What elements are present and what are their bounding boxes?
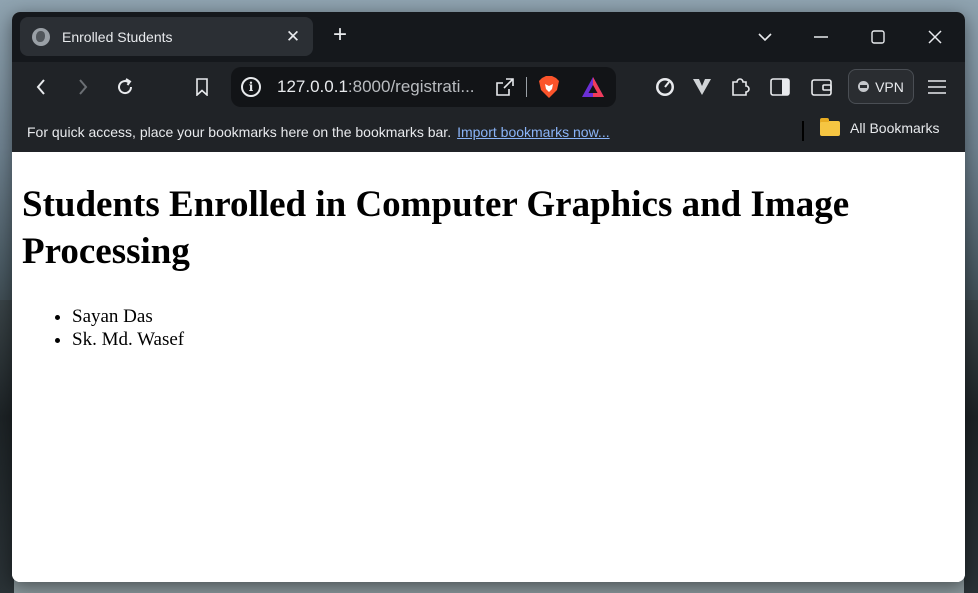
address-bar[interactable]: i 127.0.0.1:8000/registrati... [231, 67, 616, 107]
toolbar: i 127.0.0.1:8000/registrati... VPN [12, 62, 965, 112]
brave-shields-icon[interactable] [538, 75, 560, 104]
reload-button[interactable] [112, 74, 138, 100]
page-title: Students Enrolled in Computer Graphics a… [22, 184, 850, 272]
globe-icon [32, 27, 50, 46]
tab-strip: Enrolled Students ✕ + [12, 12, 965, 62]
share-icon[interactable] [494, 76, 516, 103]
tab-close-icon[interactable]: ✕ [283, 27, 303, 47]
all-bookmarks-button[interactable]: All Bookmarks [820, 117, 940, 136]
brave-rewards-icon[interactable] [581, 76, 605, 103]
tab-search-chevron-icon[interactable] [752, 24, 778, 50]
bookmarks-divider [802, 121, 804, 141]
back-button[interactable] [28, 74, 54, 100]
extensions-puzzle-icon[interactable] [727, 74, 753, 100]
student-list-item: Sk. Md. Wasef [72, 328, 955, 351]
page-content: Students Enrolled in Computer Graphics a… [12, 152, 965, 582]
forward-button[interactable] [70, 74, 96, 100]
all-bookmarks-label: All Bookmarks [850, 120, 940, 136]
new-tab-button[interactable]: + [328, 23, 352, 48]
vpn-label: VPN [875, 78, 904, 95]
bookmark-icon[interactable] [189, 74, 215, 100]
browser-window: Enrolled Students ✕ + i 127.0.0.1:8000/r… [12, 12, 965, 582]
url-path: :8000/registrati... [347, 77, 475, 96]
address-bar-divider [526, 77, 527, 97]
tab-title: Enrolled Students [62, 28, 173, 45]
bookmarks-bar: For quick access, place your bookmarks h… [12, 112, 965, 152]
menu-icon[interactable] [924, 74, 950, 100]
wallet-icon[interactable] [809, 74, 835, 100]
vpn-status-icon [858, 81, 870, 92]
maximize-button[interactable] [865, 24, 891, 50]
speedometer-icon[interactable] [652, 74, 678, 100]
student-list: Sayan DasSk. Md. Wasef [22, 305, 955, 351]
sidebar-icon[interactable] [767, 74, 793, 100]
minimize-button[interactable] [808, 24, 834, 50]
url-host: 127.0.0.1 [277, 77, 348, 96]
folder-icon [820, 117, 840, 136]
bookmarks-hint-text: For quick access, place your bookmarks h… [27, 124, 452, 140]
tab-enrolled-students[interactable]: Enrolled Students ✕ [20, 17, 313, 56]
close-window-button[interactable] [922, 24, 948, 50]
import-bookmarks-link[interactable]: Import bookmarks now... [457, 124, 610, 140]
vpn-button[interactable]: VPN [848, 69, 914, 104]
site-info-icon[interactable]: i [241, 77, 261, 97]
url-text[interactable]: 127.0.0.1:8000/registrati... [277, 77, 477, 97]
student-list-item: Sayan Das [72, 305, 955, 328]
vivaldi-extension-icon[interactable] [689, 74, 715, 100]
wallpaper [964, 300, 978, 593]
